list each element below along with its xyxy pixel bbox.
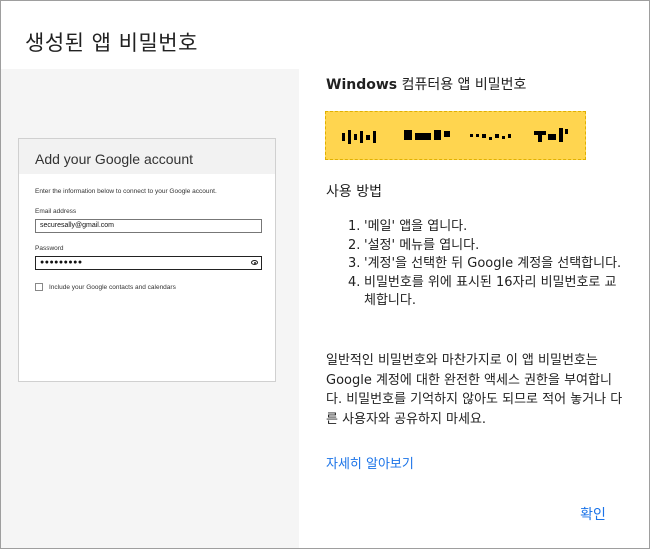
security-notice: 일반적인 비밀번호와 마찬가지로 이 앱 비밀번호는 Google 계정에 대한… <box>326 353 623 427</box>
step-text: '설정' 메뉴를 엽니다. <box>364 237 480 253</box>
step-number: 1. <box>348 219 361 234</box>
password-field: ●●●●●●●●● <box>35 256 262 270</box>
password-chunk-4 <box>534 125 574 147</box>
step-number: 3. <box>348 256 361 271</box>
eye-icon <box>251 260 258 265</box>
usage-step: 4. 비밀번호를 위에 표시된 16자리 비밀번호로 교체합니다. <box>348 274 628 311</box>
email-field: securesally@gmail.com <box>35 219 262 233</box>
password-chunk-1 <box>342 125 382 147</box>
step-text: '계정'을 선택한 뒤 Google 계정을 선택합니다. <box>364 256 622 271</box>
illustration-intro: Enter the information below to connect t… <box>35 188 217 195</box>
dialog-title: 생성된 앱 비밀번호 <box>25 31 198 55</box>
step-number: 2. <box>348 237 361 253</box>
step-text: '메일' 앱을 엽니다. <box>364 219 468 234</box>
include-label: Include your Google contacts and calenda… <box>49 284 176 291</box>
email-label: Email address <box>35 208 77 215</box>
password-chunk-2 <box>404 125 456 147</box>
password-label: Password <box>35 245 64 252</box>
password-chunk-3 <box>470 125 514 147</box>
heading-rest: 컴퓨터용 앱 비밀번호 <box>397 77 527 93</box>
ok-button[interactable]: 확인 <box>567 501 619 527</box>
password-mask: ●●●●●●●●● <box>40 259 83 266</box>
learn-more-link[interactable]: 자세히 알아보기 <box>326 453 414 472</box>
step-number: 4. <box>348 274 361 290</box>
usage-steps: 1. '메일' 앱을 엽니다. 2. '설정' 메뉴를 엽니다. 3. '계정'을 선… <box>348 218 628 311</box>
include-checkbox <box>35 283 43 291</box>
usage-step: 3. '계정'을 선택한 뒤 Google 계정을 선택합니다. <box>348 255 628 274</box>
usage-step: 1. '메일' 앱을 엽니다. <box>348 218 628 237</box>
step-text: 비밀번호를 위에 표시된 16자리 비밀번호로 교체합니다. <box>364 274 617 309</box>
app-password-dialog: 생성된 앱 비밀번호 Add your Google account Enter… <box>0 0 650 549</box>
usage-title: 사용 방법 <box>326 184 382 200</box>
heading-platform: Windows <box>326 77 398 93</box>
google-account-illustration: Add your Google account Enter the inform… <box>18 138 276 382</box>
illustration-title: Add your Google account <box>19 139 275 174</box>
generated-password-box <box>325 111 586 160</box>
app-password-heading: Windows 컴퓨터용 앱 비밀번호 <box>326 74 526 94</box>
usage-step: 2. '설정' 메뉴를 엽니다. <box>348 237 628 256</box>
